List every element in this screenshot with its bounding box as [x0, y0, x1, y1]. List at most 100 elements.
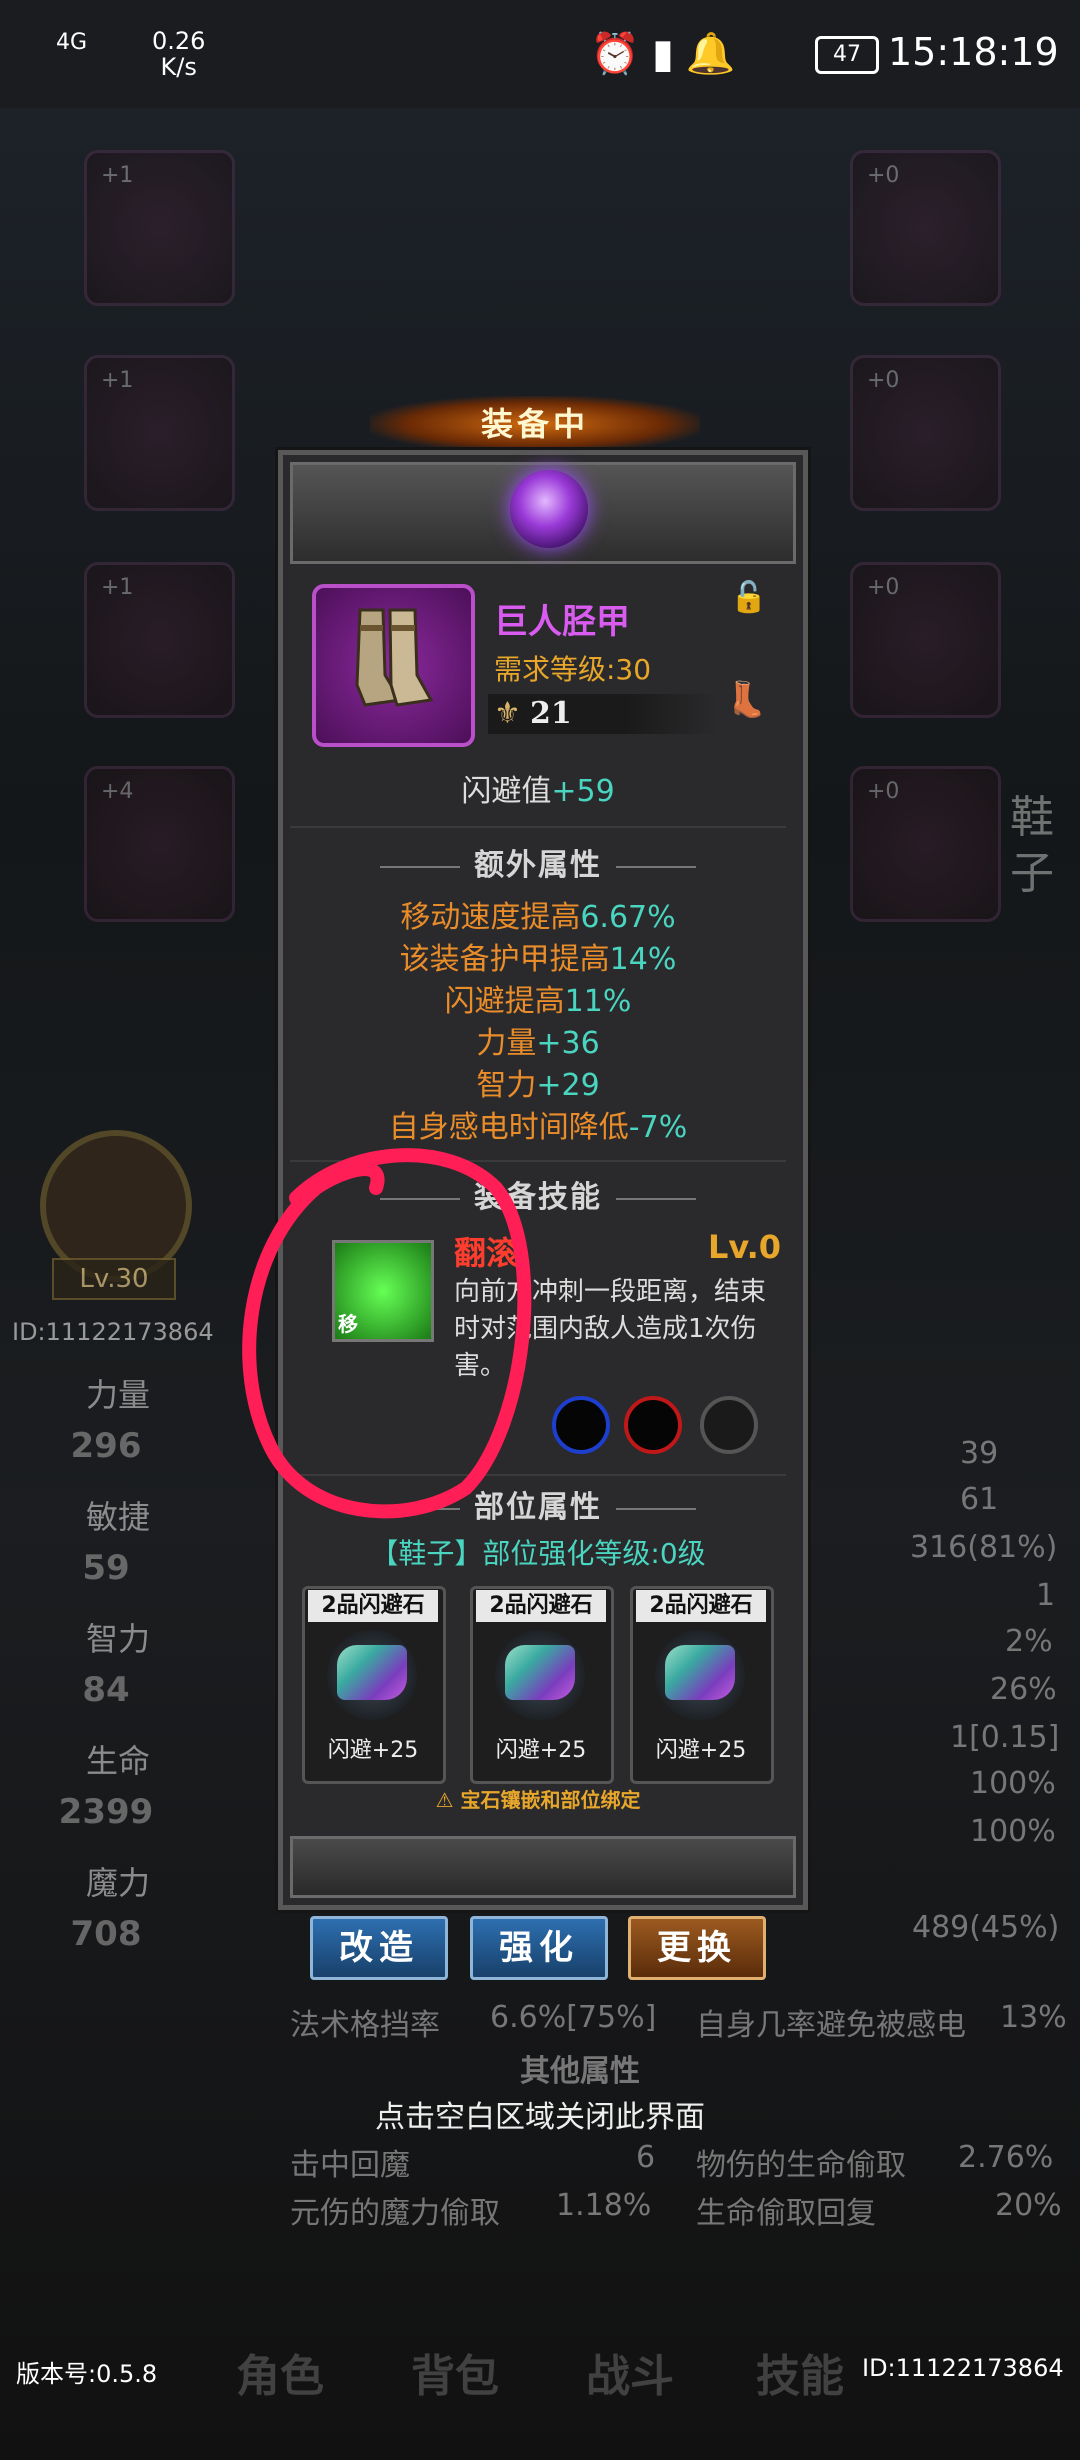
equip-slot-helmet: +1	[84, 150, 235, 306]
stat-name: 力量	[86, 1376, 151, 1414]
equipped-tag: 装备中	[370, 396, 700, 452]
stat-strength: 力量 296	[16, 1370, 196, 1470]
stat-life: 生命 2399	[16, 1736, 196, 1836]
slot-level: +0	[867, 163, 900, 188]
equip-slot-belt: +0	[850, 355, 1001, 511]
nav-skills[interactable]: 技能	[730, 2340, 870, 2404]
extra-attr: 闪避提高11%	[278, 976, 798, 1020]
power-badge	[488, 694, 718, 734]
attr-value: 6.67%	[580, 900, 676, 935]
battery-indicator: 47	[815, 36, 879, 74]
network-speed-unit: K/s	[160, 53, 197, 81]
socket-locked-icon[interactable]	[700, 1396, 758, 1454]
nav-character[interactable]: 角色	[210, 2340, 350, 2404]
gem-bind-note: ⚠ 宝石镶嵌和部位绑定	[278, 1784, 798, 1813]
equip-slot-ring: +0	[850, 562, 1001, 718]
bg-attr-label: 法术格挡率	[290, 2008, 440, 2043]
nav-battle[interactable]: 战斗	[560, 2340, 700, 2404]
bg-value: 26%	[990, 1672, 1057, 1707]
slot-level: +1	[101, 163, 134, 188]
stat-name: 魔力	[86, 1864, 151, 1902]
bg-value: 100%	[970, 1814, 1056, 1849]
player-id: ID:11122173864	[12, 1318, 214, 1346]
network-speed: 0.26 K/s	[152, 28, 205, 80]
nav-bag[interactable]: 背包	[385, 2340, 525, 2404]
divider	[290, 826, 786, 828]
gem-bind-text: 宝石镶嵌和部位绑定	[460, 1788, 641, 1812]
stat-name: 敏捷	[86, 1498, 151, 1536]
bg-attr-value: 6	[636, 2140, 656, 2175]
slot-level: +0	[867, 575, 900, 600]
stat-agility: 敏捷 59	[16, 1492, 196, 1592]
part-slot: 【鞋子】	[370, 1537, 483, 1570]
attr-label: 移动速度提高	[400, 900, 581, 935]
socket-blue[interactable]	[552, 1396, 610, 1454]
bg-value: 2%	[1005, 1624, 1053, 1659]
warning-icon: ⚠	[435, 1788, 461, 1812]
base-attr-label: 闪避值	[461, 774, 552, 809]
network-speed-value: 0.26	[152, 27, 206, 55]
gem-stat: 闪避+25	[495, 1738, 587, 1763]
bg-attr-value: 6.6%[75%]	[490, 2000, 657, 2035]
slot-level: +0	[867, 368, 900, 393]
bottom-player-id: ID:11122173864	[862, 2354, 1064, 2382]
bg-attr-label: 元伤的魔力偷取	[290, 2196, 500, 2231]
stat-value: 708	[70, 1914, 142, 1954]
skill-level: Lv.0	[708, 1228, 782, 1266]
gem-title: 2品闪避石	[636, 1590, 766, 1622]
attr-label: 力量	[476, 1026, 537, 1061]
attr-value: +29	[536, 1068, 600, 1103]
alarm-icon: ⏰	[590, 31, 652, 77]
socket-red[interactable]	[624, 1396, 682, 1454]
stat-name: 生命	[86, 1742, 151, 1780]
part-enhance-level: 【鞋子】部位强化等级:0级	[278, 1532, 798, 1572]
equip-slot-boots: +0	[850, 766, 1001, 922]
enhance-button[interactable]: 强化	[470, 1916, 608, 1980]
dodge-gem-icon	[337, 1645, 407, 1700]
slot-type-icon: 👢	[725, 680, 768, 720]
bg-attr-label: 物伤的生命偷取	[696, 2148, 906, 2183]
bg-attr-label: 生命偷取回复	[696, 2196, 876, 2231]
gem-title: 2品闪避石	[476, 1590, 606, 1622]
avatar-level: Lv.30	[52, 1258, 176, 1300]
stat-value: 296	[70, 1426, 142, 1466]
bg-attr-value: 1.18%	[556, 2188, 652, 2223]
item-name: 巨人胫甲	[494, 602, 630, 642]
equip-slot-weapon: +4	[84, 766, 235, 922]
base-attribute: 闪避值+59	[278, 766, 798, 810]
stat-mana: 魔力 708	[16, 1858, 196, 1958]
replace-button[interactable]: 更换	[628, 1916, 766, 1980]
lock-icon[interactable]: 🔓	[730, 580, 767, 615]
attr-value: +36	[536, 1026, 600, 1061]
status-icons: ⏰▮🔔	[590, 30, 748, 77]
bg-value: 39	[960, 1436, 999, 1471]
extra-attr: 该装备护甲提高14%	[278, 934, 798, 978]
attr-label: 闪避提高	[444, 984, 565, 1019]
required-level: 需求等级:30	[494, 653, 652, 686]
slot-level: +1	[101, 575, 134, 600]
bg-attr-label: 自身几率避免被感电	[696, 2008, 966, 2043]
attr-value: 11%	[564, 984, 632, 1019]
vibrate-icon: ▮	[651, 31, 686, 77]
gem-stat: 闪避+25	[327, 1738, 419, 1763]
bg-value: 61	[960, 1482, 999, 1517]
part-level-label: 部位强化等级:	[482, 1537, 660, 1570]
status-bar: 4G 0.26 K/s ⏰▮🔔 47 15:18:19	[0, 0, 1080, 108]
gem-title: 2品闪避石	[308, 1590, 438, 1622]
slot-level: +4	[101, 779, 134, 804]
orb-ornament-icon	[510, 470, 588, 548]
reforge-button[interactable]: 改造	[310, 1916, 448, 1980]
gem-stat: 闪避+25	[655, 1738, 747, 1763]
bg-value: 1[0.15]	[950, 1720, 1060, 1755]
power-icon: ⚜	[494, 696, 521, 731]
bell-icon: 🔔	[685, 31, 748, 77]
boots-icon	[355, 608, 434, 707]
extra-attr: 智力+29	[278, 1060, 798, 1104]
part-level-value: 0级	[659, 1537, 706, 1570]
boots-slot-label: 鞋子	[1010, 792, 1054, 899]
equip-slot-armor: +1	[84, 355, 235, 511]
other-attrs-title: 其他属性	[520, 2054, 640, 2089]
attr-label: 该装备护甲提高	[399, 942, 610, 977]
network-indicator: 4G	[56, 30, 88, 55]
stat-value: 2399	[58, 1792, 154, 1832]
